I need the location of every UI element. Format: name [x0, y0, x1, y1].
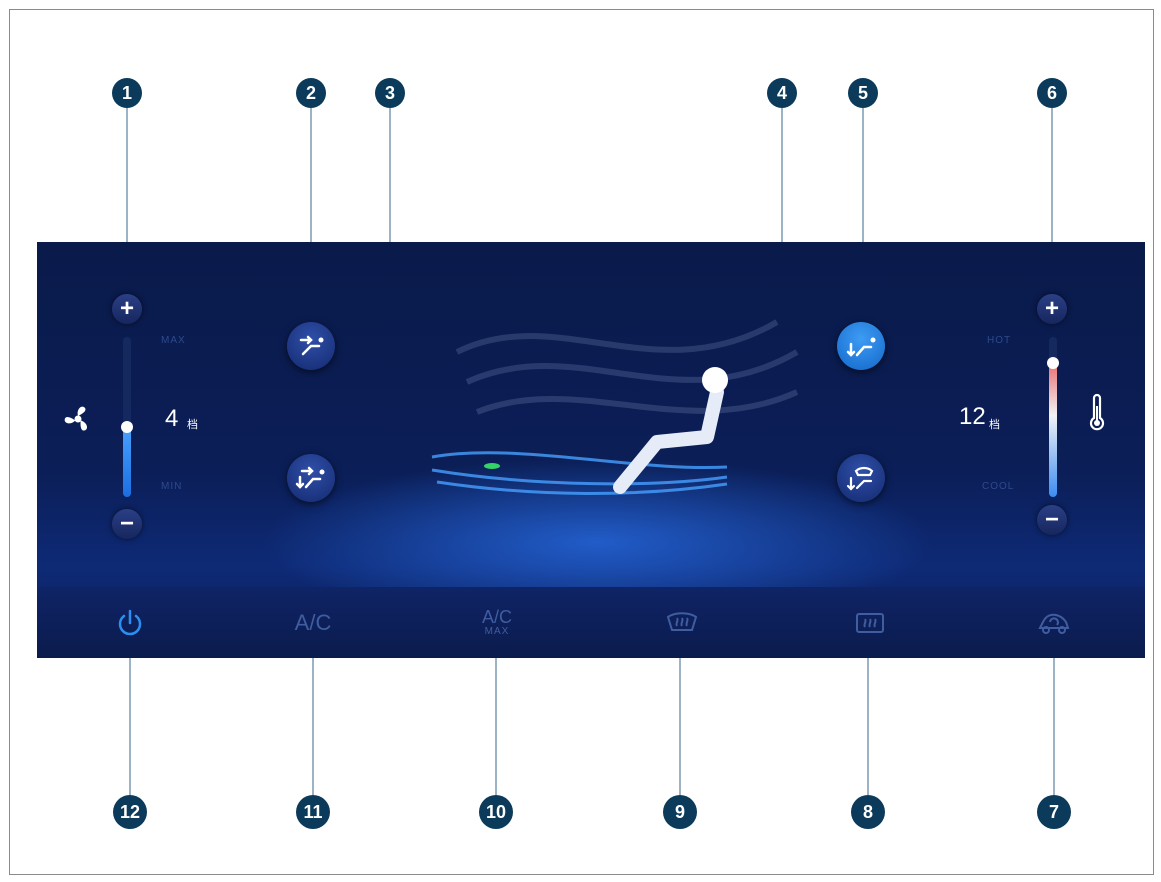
foot-defrost-vent-icon — [846, 466, 874, 491]
fan-slider-fill — [123, 425, 131, 497]
face-foot-vent-icon — [295, 466, 325, 489]
callout-6: 6 — [1037, 78, 1067, 108]
temp-level-value: 12 — [959, 403, 986, 430]
temp-level-unit: 档 — [989, 419, 1000, 431]
recirculation-icon — [1038, 613, 1070, 634]
bottom-control-bar: A/C A/C MAX — [37, 587, 1145, 658]
callout-4: 4 — [767, 78, 797, 108]
face-foot-mode-button[interactable] — [287, 454, 335, 502]
temp-increase-button[interactable]: + — [1037, 294, 1067, 324]
temp-cool-label: COOL — [982, 481, 1015, 492]
fan-decrease-button[interactable]: − — [112, 509, 142, 539]
power-button[interactable] — [105, 587, 155, 658]
fan-min-label: MIN — [161, 481, 183, 492]
foot-defrost-mode-button[interactable] — [837, 454, 885, 502]
occupant-head-icon — [702, 367, 728, 393]
callout-1: 1 — [112, 78, 142, 108]
fan-icon — [64, 406, 87, 431]
callout-11: 11 — [296, 795, 330, 829]
callout-7: 7 — [1037, 795, 1071, 829]
rear-defrost-button[interactable] — [845, 587, 895, 658]
fan-level-unit: 档 — [187, 419, 198, 431]
callout-8: 8 — [851, 795, 885, 829]
thermometer-icon — [1089, 393, 1105, 431]
front-defrost-button[interactable] — [657, 587, 707, 658]
ac-button[interactable]: A/C — [283, 587, 343, 658]
foot-vent-icon — [846, 337, 876, 357]
fan-slider-knob[interactable] — [121, 421, 133, 433]
temp-slider-knob[interactable] — [1047, 357, 1059, 369]
temp-decrease-button[interactable]: − — [1037, 505, 1067, 535]
temp-hot-label: HOT — [987, 335, 1012, 346]
ac-max-label-top: A/C — [481, 607, 512, 627]
callout-2: 2 — [296, 78, 326, 108]
green-airflow-dot — [484, 463, 500, 469]
climate-control-panel: + − MAX MIN 4 档 + − HOT COOL 12 档 A/C A/… — [37, 242, 1145, 658]
face-vent-mode-button[interactable] — [287, 322, 335, 370]
fan-level-value: 4 — [165, 405, 179, 432]
callout-3: 3 — [375, 78, 405, 108]
callout-9: 9 — [663, 795, 697, 829]
callout-12: 12 — [113, 795, 147, 829]
fan-increase-button[interactable]: + — [112, 294, 142, 324]
ac-max-button[interactable]: A/C MAX — [467, 587, 527, 658]
rear-defrost-icon — [856, 612, 884, 633]
ac-button-label: A/C — [294, 609, 332, 635]
callout-5: 5 — [848, 78, 878, 108]
foot-mode-button[interactable] — [837, 322, 885, 370]
fan-max-label: MAX — [161, 335, 186, 346]
ac-max-label-bottom: MAX — [484, 626, 510, 637]
power-icon — [118, 609, 142, 635]
front-defrost-icon — [666, 611, 698, 631]
recirculation-button[interactable] — [1029, 587, 1079, 658]
callout-10: 10 — [479, 795, 513, 829]
temp-slider-fill — [1049, 361, 1057, 497]
face-vent-icon — [299, 335, 324, 356]
